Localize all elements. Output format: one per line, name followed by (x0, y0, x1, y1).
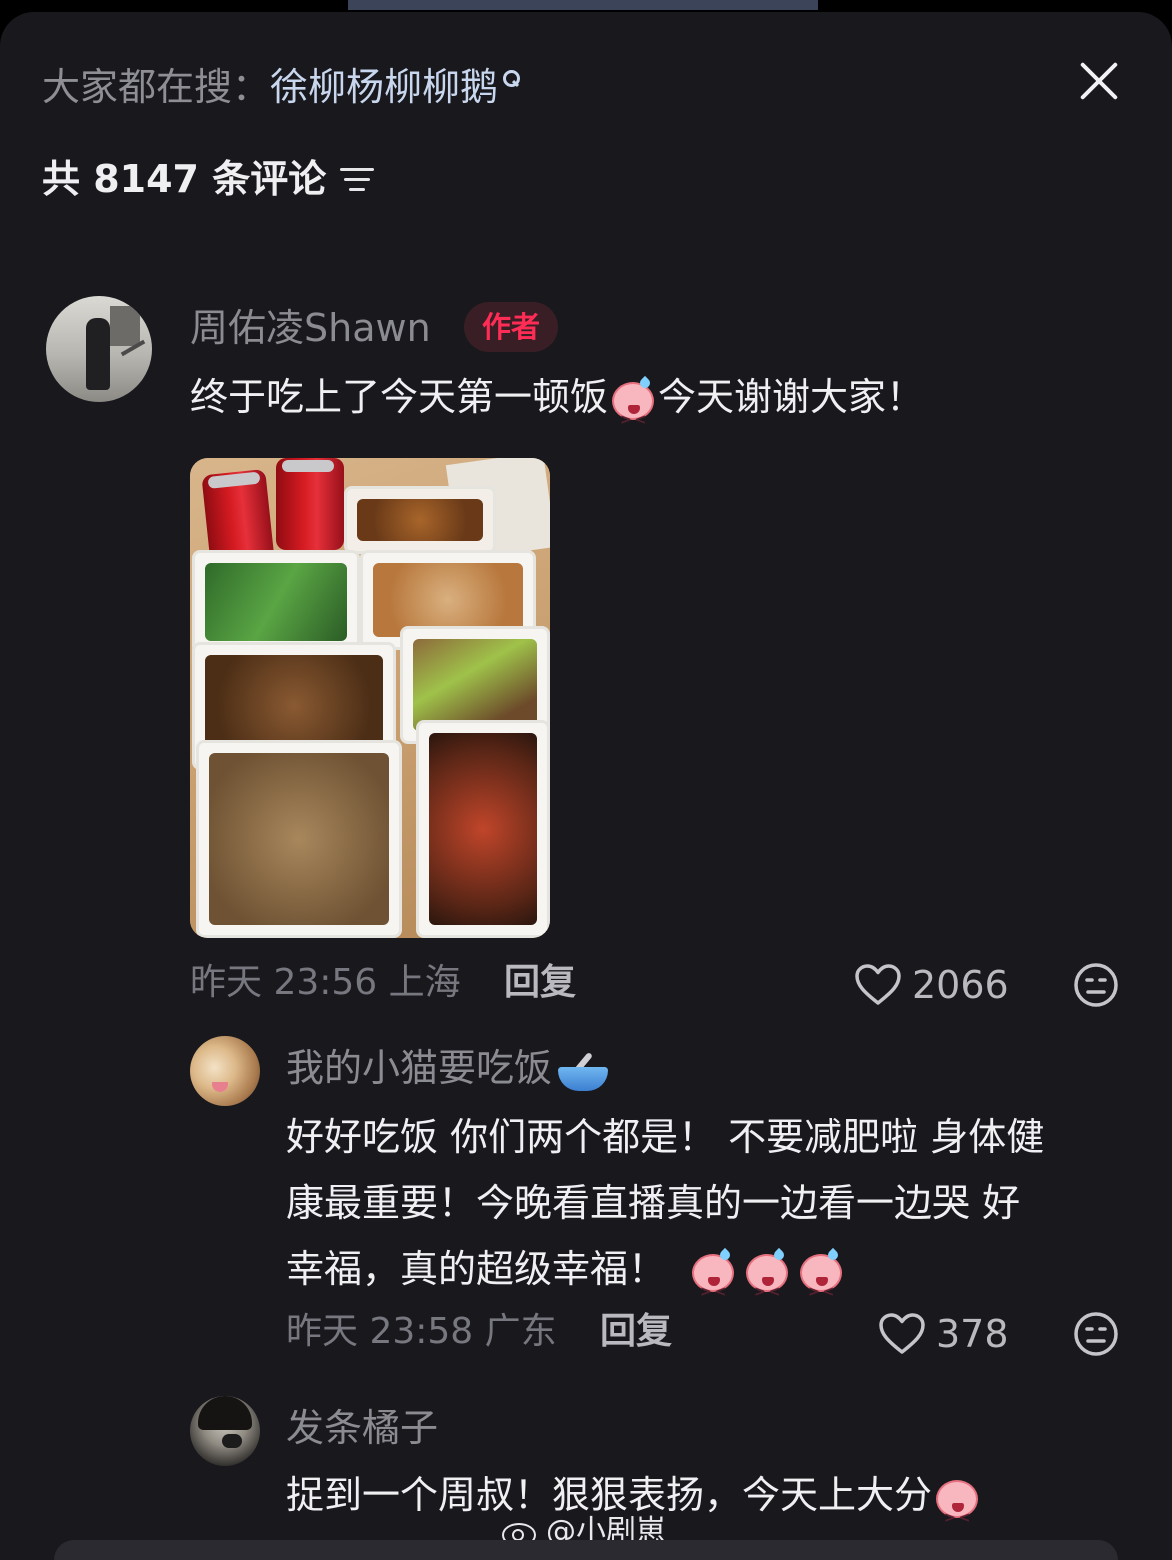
comment-username[interactable]: 我的小猫要吃饭 (286, 1044, 612, 1093)
heart-icon (879, 1313, 925, 1354)
comment-input-bar[interactable] (54, 1540, 1118, 1560)
reply-button[interactable]: 回复 (600, 1308, 672, 1356)
avatar[interactable] (46, 296, 152, 402)
crying-emoji-icon (798, 1247, 844, 1325)
emoji-react-icon[interactable] (1073, 962, 1119, 1008)
comment-username[interactable]: 发条橘子 (286, 1404, 438, 1452)
crying-emoji-icon (744, 1247, 790, 1325)
bowl-emoji-icon (556, 1049, 612, 1093)
comment-username[interactable]: 周佑凌Shawn (190, 304, 431, 352)
comment-meta: 昨天 23:58 广东 (286, 1308, 557, 1356)
comment-photo[interactable] (190, 458, 550, 938)
author-badge: 作者 (464, 302, 558, 352)
video-top-edge (0, 0, 1172, 12)
heart-icon (855, 964, 901, 1005)
avatar[interactable] (190, 1396, 260, 1466)
comment-text: 好好吃饭 你们两个都是！ 不要减肥啦 身体健 康最重要！今晚看直播真的一边看一边… (286, 1104, 1136, 1325)
comment-time: 昨天 23:56 (190, 962, 378, 1003)
hot-search-keyword[interactable]: 徐柳杨柳柳鹅 (270, 65, 498, 109)
emoji-react-icon[interactable] (1073, 1311, 1119, 1357)
like-count: 378 (936, 1312, 1009, 1356)
comment-time: 昨天 23:58 (286, 1311, 474, 1352)
like-count: 2066 (912, 963, 1009, 1007)
comment-location: 广东 (484, 1311, 557, 1352)
hot-search-label: 大家都在搜： (42, 65, 271, 109)
comment-count-header: 共 8147 条评论 (42, 154, 376, 204)
like-button[interactable]: 378 (878, 1310, 1009, 1358)
video-preview-edge (348, 0, 818, 10)
like-button[interactable]: 2066 (854, 961, 1009, 1009)
shocked-emoji-icon (934, 1476, 980, 1551)
sort-filter-icon[interactable] (340, 164, 376, 194)
avatar[interactable] (190, 1036, 260, 1106)
comment-count: 共 8147 条评论 (42, 157, 327, 201)
reply-button[interactable]: 回复 (504, 959, 576, 1007)
hot-search-bar[interactable]: 大家都在搜：徐柳杨柳柳鹅 (42, 62, 522, 112)
crying-emoji-icon (610, 375, 656, 453)
close-icon[interactable] (1072, 54, 1126, 108)
search-icon[interactable] (500, 68, 522, 90)
crying-emoji-icon (690, 1247, 736, 1325)
comment-meta: 昨天 23:56 上海 (190, 959, 461, 1007)
comment-text: 终于吃上了今天第一顿饭今天谢谢大家！ (190, 364, 924, 453)
comment-location: 上海 (388, 962, 461, 1003)
